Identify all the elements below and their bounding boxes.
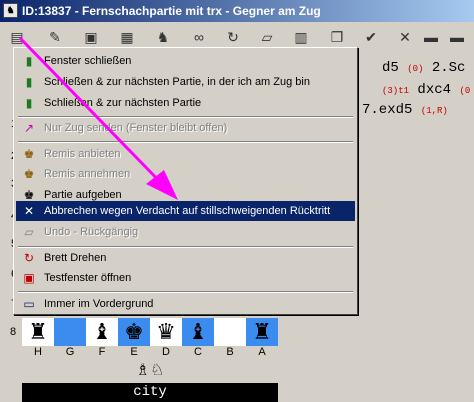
file-label: D — [162, 346, 170, 358]
menu-item-label: Remis annehmen — [44, 168, 131, 180]
move-text: dxc4 — [417, 82, 452, 98]
menu-item-accept-draw[interactable]: ♚ Remis annehmen — [16, 164, 355, 184]
square-f8[interactable]: ♝ — [86, 318, 118, 346]
menu-item-label: Schließen & zur nächsten Partie, in der … — [44, 76, 310, 88]
chain-icon[interactable]: ∞ — [188, 27, 210, 47]
draw-accept-icon: ♚ — [23, 167, 35, 181]
file-label: E — [130, 346, 138, 358]
square-e8[interactable]: ♚ — [118, 318, 150, 346]
board-icon[interactable]: ♞ — [3, 3, 18, 18]
menu-separator — [18, 291, 353, 293]
rotate-icon: ↻ — [23, 251, 35, 265]
file-label: A — [258, 346, 266, 358]
menu-item-label: Testfenster öffnen — [44, 272, 132, 284]
menu-item-label: Nur Zug senden (Fenster bleibt offen) — [44, 122, 228, 134]
captured-pieces: ♗♘ — [135, 362, 165, 379]
check-icon[interactable]: ✔ — [360, 27, 382, 47]
player-city: city — [22, 383, 278, 402]
menu-item-close-next-my-turn[interactable]: ▮ Schließen & zur nächsten Partie, in de… — [16, 72, 355, 92]
menu-icon[interactable]: ▤ — [6, 27, 28, 47]
edit-icon[interactable]: ✎ — [44, 27, 66, 47]
menu-item-rotate-board[interactable]: ↻ Brett Drehen — [16, 248, 355, 268]
square-h8[interactable]: ♜ — [22, 318, 54, 346]
menu-item-abort-silent-withdrawal[interactable]: ✕ Abbrechen wegen Verdacht auf stillschw… — [16, 201, 355, 221]
title-bar: ♞ ID:13837 - Fernschachpartie mit trx - … — [0, 0, 474, 22]
menu-separator — [18, 141, 353, 143]
window-icon[interactable]: ▥ — [290, 27, 312, 47]
menu-item-label: Schließen & zur nächsten Partie — [44, 97, 202, 109]
move-text: 2.Sc — [431, 60, 466, 76]
square-b8[interactable] — [214, 318, 246, 346]
menu-item-undo[interactable]: ▱ Undo - Rückgängig — [16, 222, 355, 242]
file-label: F — [98, 346, 106, 358]
topmost-icon: ▭ — [23, 297, 35, 311]
menu-item-label: Undo - Rückgängig — [44, 226, 139, 238]
notation-line: 7.exd5 (1,R) — [362, 102, 448, 118]
file-label: H — [34, 346, 42, 358]
chess-board-rank-8[interactable]: ♜ ♝ ♚ ♛ ♝ ♜ — [22, 318, 278, 346]
square-a8[interactable]: ♜ — [246, 318, 278, 346]
move-annotation: (0) — [407, 64, 424, 74]
menu-item-label: Remis anbieten — [44, 148, 121, 160]
move-text: d5 — [382, 60, 399, 76]
menu-item-offer-draw[interactable]: ♚ Remis anbieten — [16, 144, 355, 164]
square-d8[interactable]: ♛ — [150, 318, 182, 346]
menu-item-label: Abbrechen wegen Verdacht auf stillschwei… — [44, 205, 331, 217]
resign-icon: ♚ — [23, 188, 35, 202]
menu-item-label: Immer im Vordergrund — [44, 298, 154, 310]
move-text: 7.exd5 — [362, 102, 413, 118]
save-icon[interactable]: ▣ — [80, 27, 102, 47]
rotate-icon[interactable]: ↻ — [222, 27, 244, 47]
undo-icon: ▱ — [24, 225, 34, 239]
menu-item-label: Fenster schließen — [44, 55, 132, 67]
exit-icon: ▮ — [25, 75, 33, 89]
exit-icon: ▮ — [25, 54, 33, 68]
exit-icon: ▮ — [25, 96, 33, 110]
move-annotation: (3)t1 — [382, 86, 410, 96]
menu-item-close-next[interactable]: ▮ Schließen & zur nächsten Partie — [16, 93, 355, 113]
move-annotation: (1,R) — [420, 106, 448, 116]
menu-item-send-move[interactable]: ↗ Nur Zug senden (Fenster bleibt offen) — [16, 118, 355, 138]
move-annotation: (0 — [459, 86, 471, 96]
menu-item-always-on-top[interactable]: ▭ Immer im Vordergrund — [16, 294, 355, 314]
draw-offer-icon: ♚ — [23, 147, 35, 161]
test-window-icon: ▣ — [23, 271, 35, 285]
square-c8[interactable]: ♝ — [182, 318, 214, 346]
rank-label: 8 — [10, 326, 17, 338]
menu-item-label: Brett Drehen — [44, 252, 107, 264]
minus-icon[interactable]: ▬ — [446, 27, 468, 47]
file-label: C — [194, 346, 202, 358]
notation-line: (3)t1 dxc4 (0 — [382, 82, 470, 98]
send-icon: ↗ — [23, 121, 35, 135]
file-label: B — [226, 346, 234, 358]
file-label: G — [65, 346, 75, 358]
menu-item-open-test-window[interactable]: ▣ Testfenster öffnen — [16, 268, 355, 288]
camel-icon[interactable]: ♞ — [152, 27, 174, 47]
notation-line: d5 (0) 2.Sc — [382, 60, 465, 76]
eraser-icon[interactable]: ▱ — [256, 27, 278, 47]
file-labels: H G F E D C B A — [22, 346, 278, 360]
square-g8[interactable] — [54, 318, 86, 346]
minus-icon[interactable]: ▬ — [420, 27, 442, 47]
abort-icon: ✕ — [23, 204, 35, 218]
menu-item-close-window[interactable]: ▮ Fenster schließen — [16, 51, 355, 71]
board-icon[interactable]: ▦ — [116, 27, 138, 47]
copy-icon[interactable]: ❐ — [326, 27, 348, 47]
close-icon[interactable]: ✕ — [394, 27, 416, 47]
window-title: ID:13837 - Fernschachpartie mit trx - Ge… — [22, 4, 321, 18]
game-menu: ▮ Fenster schließen ▮ Schließen & zur nä… — [13, 47, 358, 315]
